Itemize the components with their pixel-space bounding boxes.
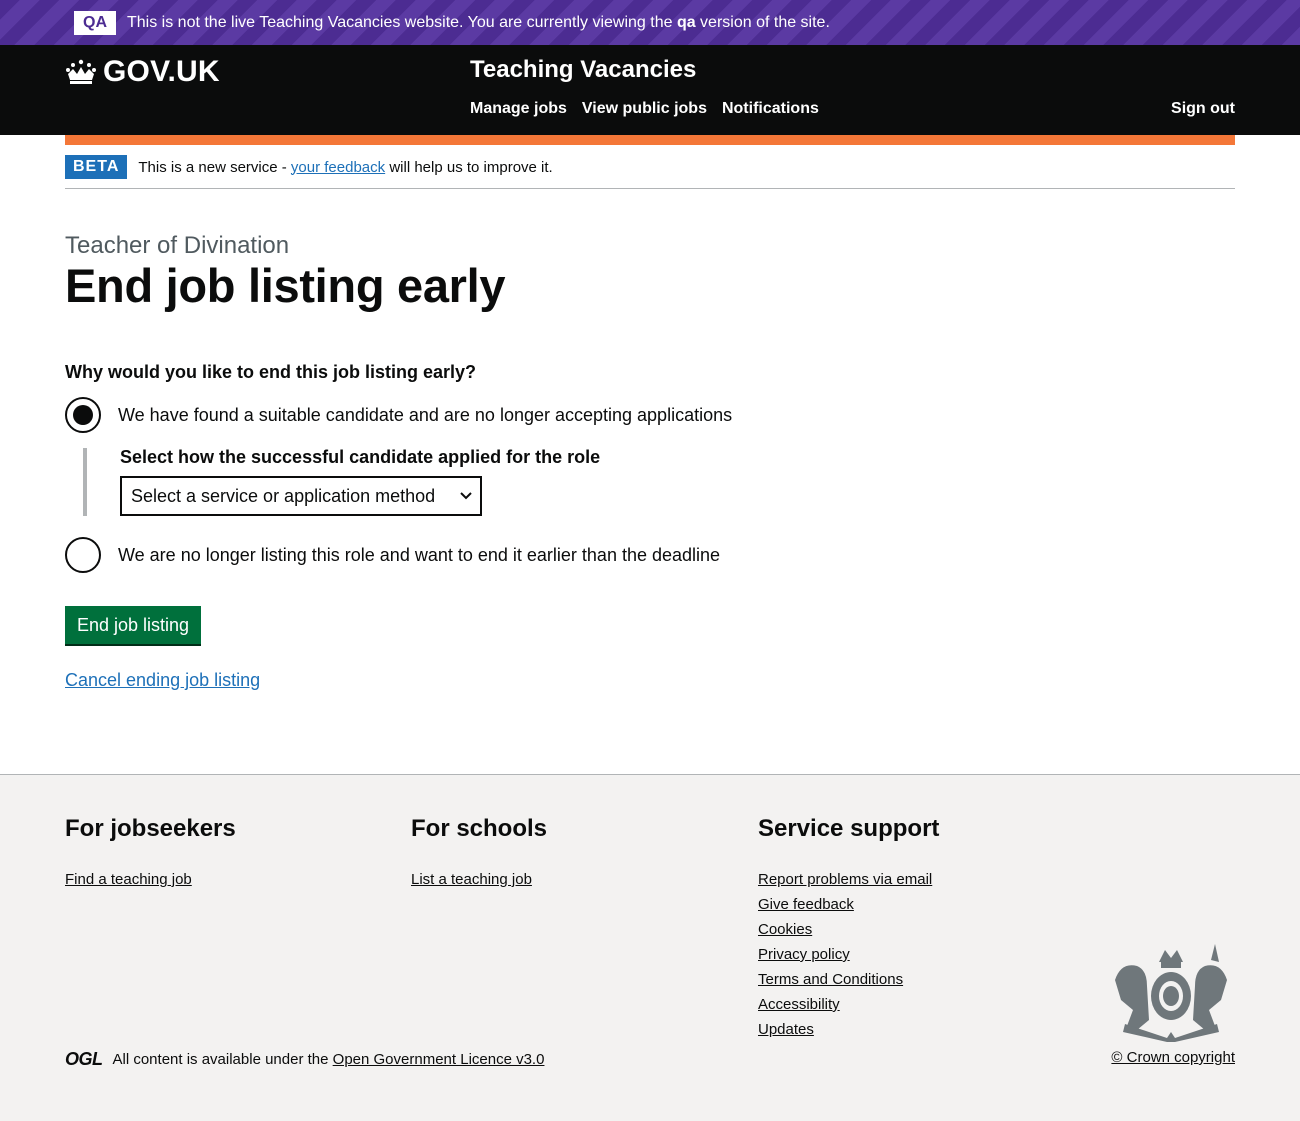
qa-banner-text: This is not the live Teaching Vacancies … <box>127 13 830 31</box>
radio-label-found-candidate[interactable]: We have found a suitable candidate and a… <box>118 405 732 426</box>
crown-icon <box>66 59 96 84</box>
radio-button-checked[interactable] <box>65 397 101 433</box>
govuk-logo-text: GOV.UK <box>103 55 220 88</box>
govuk-logo-link[interactable]: GOV.UK <box>65 55 220 89</box>
select-value: Select a service or application method <box>131 485 436 506</box>
footer-link-give-feedback[interactable]: Give feedback <box>758 896 939 914</box>
page-title: End job listing early <box>65 259 506 312</box>
chevron-down-icon <box>460 492 472 500</box>
footer-column-jobseekers: For jobseekers Find a teaching job <box>65 815 236 896</box>
site-header: GOV.UK Teaching Vacancies Manage jobs Vi… <box>0 45 1300 145</box>
radio-label-end-early[interactable]: We are no longer listing this role and w… <box>118 545 720 566</box>
radio-option-end-early[interactable]: We are no longer listing this role and w… <box>65 537 720 573</box>
qa-tag: QA <box>74 10 116 35</box>
header-accent-bar <box>65 135 1235 145</box>
footer-column-schools: For schools List a teaching job <box>411 815 547 896</box>
footer-heading-schools: For schools <box>411 815 548 842</box>
footer-link-report-problems[interactable]: Report problems via email <box>758 871 939 889</box>
conditional-reveal-bar <box>83 448 87 516</box>
question-legend: Why would you like to end this job listi… <box>65 362 477 382</box>
footer-link-terms[interactable]: Terms and Conditions <box>758 971 939 989</box>
footer-heading-jobseekers: For jobseekers <box>65 815 236 842</box>
footer-link-privacy[interactable]: Privacy policy <box>758 946 939 964</box>
end-job-listing-button[interactable]: End job listing <box>65 606 202 644</box>
phase-banner-text: This is a new service - your feedback wi… <box>138 158 553 176</box>
footer-link-find-job[interactable]: Find a teaching job <box>65 871 236 889</box>
sign-out-link[interactable]: Sign out <box>1171 100 1235 118</box>
page-caption: Teacher of Divination <box>65 232 290 259</box>
cancel-link[interactable]: Cancel ending job listing <box>65 670 260 691</box>
footer-link-accessibility[interactable]: Accessibility <box>758 996 939 1014</box>
crown-copyright-link[interactable]: © Crown copyright <box>1111 1049 1235 1066</box>
qa-banner: QA This is not the live Teaching Vacanci… <box>0 0 1300 45</box>
royal-coat-of-arms-icon <box>1115 944 1227 1042</box>
ogl-logo-icon: OGL <box>65 1049 103 1069</box>
header-nav: Manage jobs View public jobs Notificatio… <box>470 100 834 118</box>
radio-option-found-candidate[interactable]: We have found a suitable candidate and a… <box>65 397 732 433</box>
footer-link-list-job[interactable]: List a teaching job <box>411 871 547 889</box>
nav-view-public-jobs[interactable]: View public jobs <box>582 100 707 118</box>
licence-text: All content is available under the <box>112 1051 329 1068</box>
feedback-link[interactable]: your feedback <box>291 159 385 176</box>
application-method-label: Select how the successful candidate appl… <box>120 447 601 467</box>
service-name[interactable]: Teaching Vacancies <box>470 56 696 84</box>
site-footer: For jobseekers Find a teaching job For s… <box>0 774 1300 1121</box>
nav-manage-jobs[interactable]: Manage jobs <box>470 100 567 118</box>
licence-link[interactable]: Open Government Licence v3.0 <box>333 1051 545 1068</box>
footer-column-support: Service support Report problems via emai… <box>758 815 939 1046</box>
footer-link-updates[interactable]: Updates <box>758 1021 939 1039</box>
radio-button-unchecked[interactable] <box>65 537 101 573</box>
application-method-select[interactable]: Select a service or application method <box>120 476 482 516</box>
footer-heading-support: Service support <box>758 815 940 842</box>
beta-tag: BETA <box>65 155 128 179</box>
phase-banner: BETA This is a new service - your feedba… <box>65 145 1235 189</box>
footer-link-cookies[interactable]: Cookies <box>758 921 939 939</box>
nav-notifications[interactable]: Notifications <box>722 100 819 118</box>
licence-notice: OGL All content is available under the O… <box>65 1049 544 1070</box>
